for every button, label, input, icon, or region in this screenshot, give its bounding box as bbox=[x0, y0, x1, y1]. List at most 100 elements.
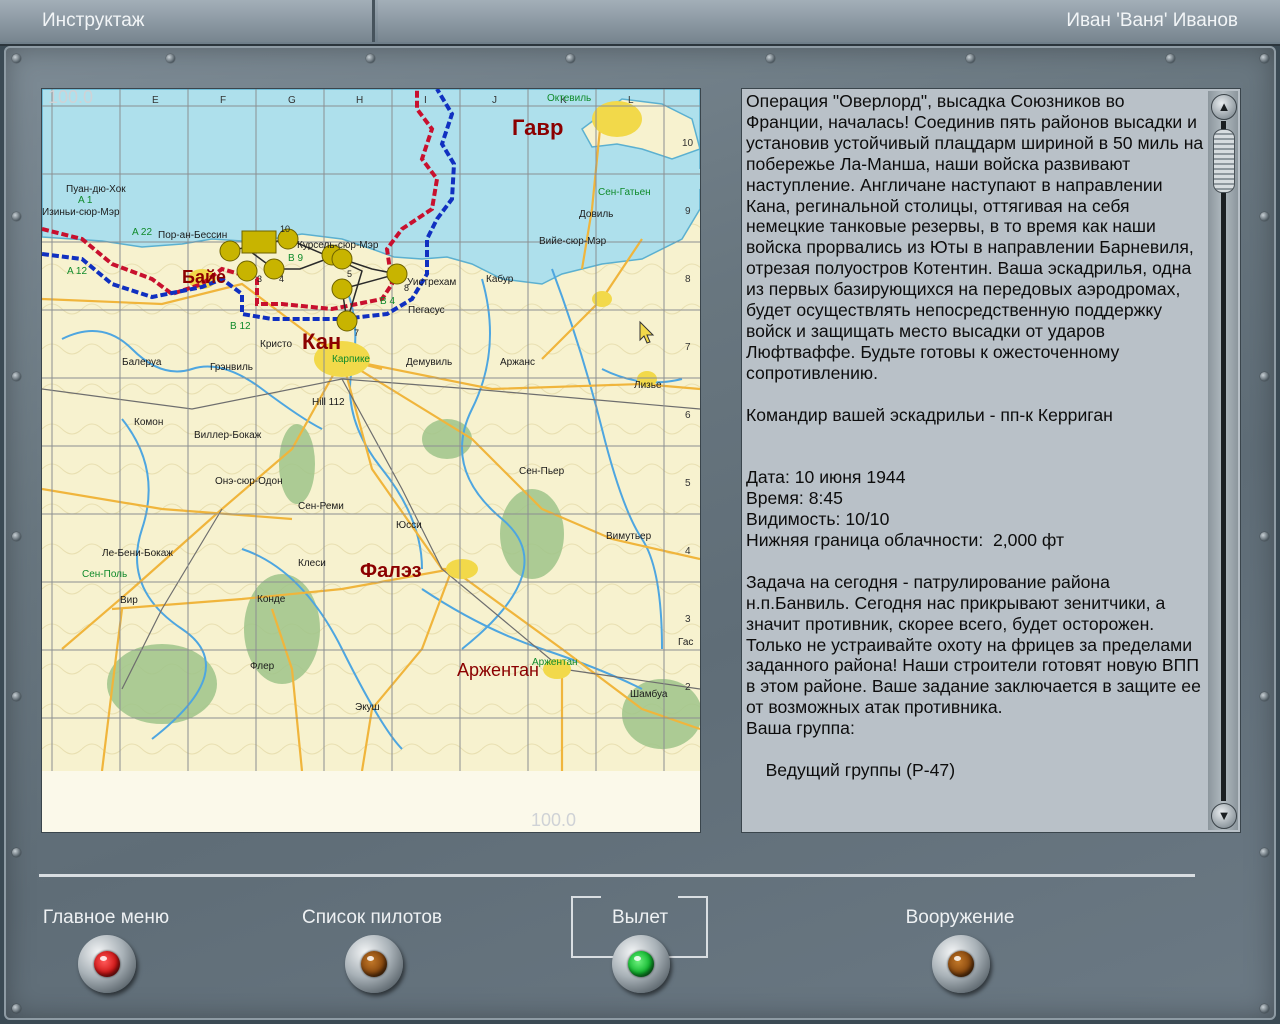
waypoint-label: 5 bbox=[347, 269, 352, 279]
green-lamp-icon bbox=[628, 951, 654, 977]
rivet-icon bbox=[1166, 54, 1175, 63]
town-label: Сен-Пьер bbox=[519, 466, 565, 477]
rivet-icon bbox=[1260, 692, 1269, 701]
waypoint-label: 3 bbox=[257, 274, 262, 284]
city-label: Фалэз bbox=[360, 560, 422, 582]
forest bbox=[279, 424, 315, 504]
town-label: Демувиль bbox=[406, 357, 452, 368]
brown-lamp-icon bbox=[361, 951, 387, 977]
town-label: Флер bbox=[250, 661, 275, 672]
map-coord-label: 100.0 bbox=[48, 88, 94, 107]
rivet-icon bbox=[12, 848, 21, 857]
rivet-icon bbox=[1260, 532, 1269, 541]
grid-row-label: 7 bbox=[685, 342, 691, 353]
forest bbox=[107, 644, 217, 724]
page-title: Инструктаж bbox=[42, 10, 145, 31]
mission-map[interactable]: E F G H I J K L 10 9 8 7 6 5 4 3 2 10 5 … bbox=[41, 88, 701, 833]
town-label: Экуш bbox=[355, 702, 380, 713]
scroll-down-button[interactable]: ▼ bbox=[1211, 803, 1237, 829]
town-label: Аржанс bbox=[500, 357, 535, 368]
town-label: Уистрехам bbox=[407, 277, 456, 288]
airfield-label: B 9 bbox=[288, 253, 303, 264]
map-coord-label: 100.0 bbox=[531, 810, 577, 830]
grid-row-label: 5 bbox=[685, 478, 691, 489]
town-label: Кабур bbox=[486, 273, 514, 285]
grid-row-label: 3 bbox=[685, 614, 691, 625]
grid-row-label: 2 bbox=[685, 682, 691, 693]
waypoint-icon[interactable] bbox=[331, 248, 353, 270]
grid-row-label: 4 bbox=[685, 546, 691, 557]
waypoint-label: 10 bbox=[280, 224, 290, 234]
briefing-text-panel[interactable]: Операция "Оверлорд", высадка Союзников в… bbox=[741, 88, 1241, 833]
map-canvas[interactable]: E F G H I J K L 10 9 8 7 6 5 4 3 2 10 5 … bbox=[42, 89, 700, 771]
town-label: Гас bbox=[678, 637, 693, 648]
airfield-label: A 12 bbox=[67, 266, 87, 277]
grid-col-label: L bbox=[628, 95, 634, 106]
airfield-label: Сен-Поль bbox=[82, 569, 127, 580]
airfield-label: Сен-Гатьен bbox=[598, 187, 651, 198]
red-lamp-icon bbox=[94, 951, 120, 977]
town-label: Лизье bbox=[634, 380, 662, 391]
grid-row-label: 6 bbox=[685, 410, 691, 421]
bracket-cap bbox=[678, 896, 708, 898]
airfield-label: A 1 bbox=[78, 195, 93, 206]
map-footer bbox=[42, 771, 700, 832]
grid-col-label: F bbox=[220, 95, 226, 106]
rivet-icon bbox=[1260, 212, 1269, 221]
scroll-rail bbox=[1221, 121, 1226, 801]
town-label: Юсси bbox=[396, 520, 422, 531]
grid-col-label: G bbox=[288, 95, 296, 106]
home-airfield-icon[interactable] bbox=[241, 230, 277, 254]
town-label: Сен-Реми bbox=[298, 501, 344, 512]
town-label: Пор-ан-Бессин bbox=[158, 230, 227, 241]
town-label: Пуан-дю-Хок bbox=[66, 184, 126, 195]
grid-row-label: 9 bbox=[685, 206, 691, 217]
airfield-label: A 22 bbox=[132, 227, 152, 238]
waypoint-icon[interactable] bbox=[386, 263, 408, 285]
airfield-label: B 4 bbox=[380, 296, 395, 307]
grid-row-label: 8 bbox=[685, 274, 691, 285]
grid-col-label: E bbox=[152, 95, 159, 106]
rivet-icon bbox=[12, 1004, 21, 1013]
pilot-name: Иван 'Ваня' Иванов bbox=[1066, 10, 1238, 31]
waypoint-icon[interactable] bbox=[236, 260, 258, 282]
forest bbox=[500, 489, 564, 579]
town-label: Виллер-Бокаж bbox=[194, 430, 262, 441]
town-label: Шамбуа bbox=[630, 688, 668, 700]
town-label: Клеси bbox=[298, 558, 326, 569]
scrollbar[interactable]: ▲ ▼ bbox=[1208, 91, 1238, 830]
takeoff-button[interactable] bbox=[612, 935, 670, 993]
city-label: Байе bbox=[182, 267, 226, 287]
user-panel: Иван 'Ваня' Иванов bbox=[378, 0, 1280, 42]
waypoint-label: 4 bbox=[279, 274, 284, 284]
waypoint-icon[interactable] bbox=[331, 278, 353, 300]
scroll-thumb[interactable] bbox=[1213, 129, 1235, 193]
rivet-icon bbox=[12, 372, 21, 381]
grid-row-label: 10 bbox=[682, 138, 694, 149]
briefing-text: Операция "Оверлорд", высадка Союзников в… bbox=[746, 91, 1204, 780]
pilot-list-button[interactable] bbox=[345, 935, 403, 993]
town-label: Балеруа bbox=[122, 357, 162, 368]
pilot-list-label: Список пилотов bbox=[302, 907, 442, 928]
town-label: Довиль bbox=[579, 209, 613, 220]
town-label: Ле-Бени-Бокаж bbox=[102, 548, 173, 559]
title-bar: Инструктаж Иван 'Ваня' Иванов bbox=[0, 0, 1280, 46]
rivet-icon bbox=[12, 532, 21, 541]
rivet-icon bbox=[12, 692, 21, 701]
armament-button[interactable] bbox=[932, 935, 990, 993]
rivet-icon bbox=[1260, 848, 1269, 857]
scroll-up-button[interactable]: ▲ bbox=[1211, 94, 1237, 120]
rivet-icon bbox=[12, 212, 21, 221]
rivet-icon bbox=[966, 54, 975, 63]
airfield-label: Октевиль bbox=[547, 93, 591, 104]
grid-col-label: H bbox=[356, 95, 363, 106]
rivet-icon bbox=[366, 54, 375, 63]
city-label: Аржентан bbox=[457, 660, 539, 680]
rivet-icon bbox=[166, 54, 175, 63]
grid-col-label: J bbox=[492, 95, 497, 106]
town-label: Онэ-сюр-Одон bbox=[215, 476, 283, 487]
town-label: Конде bbox=[257, 594, 286, 605]
waypoint-icon[interactable] bbox=[219, 240, 241, 262]
main-menu-button[interactable] bbox=[78, 935, 136, 993]
grid-col-label: I bbox=[424, 95, 427, 106]
